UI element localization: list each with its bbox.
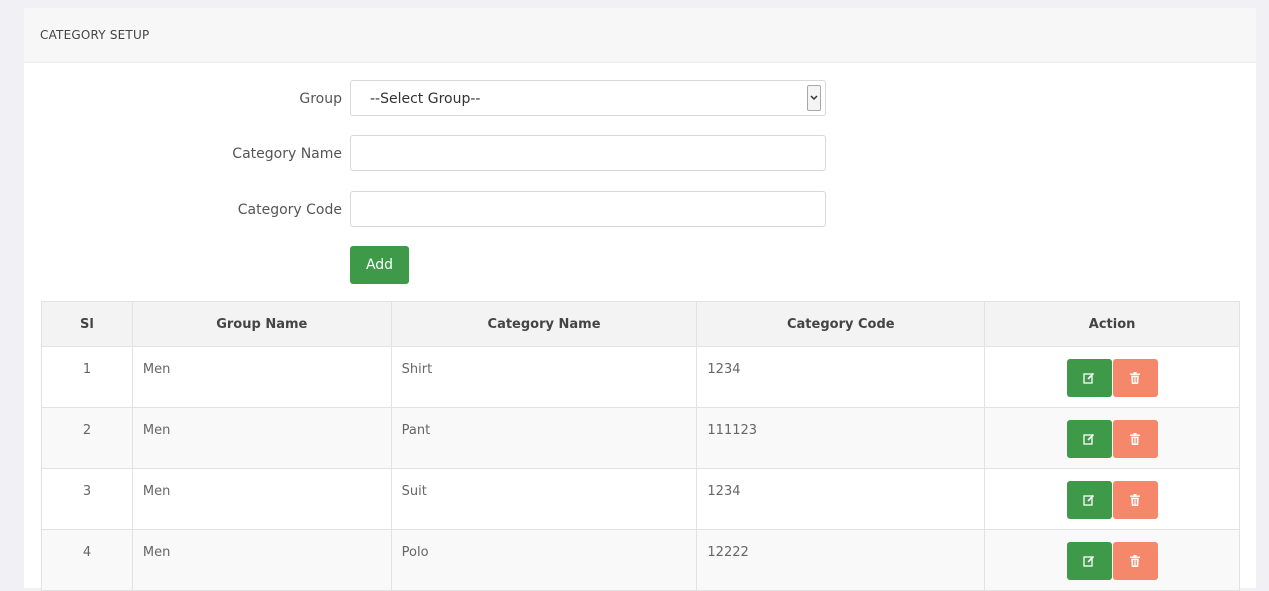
column-header-action: Action <box>984 301 1240 347</box>
panel-title: CATEGORY SETUP <box>24 8 1256 63</box>
delete-button[interactable] <box>1112 359 1158 397</box>
trash-icon <box>1130 433 1141 445</box>
delete-button[interactable] <box>1112 542 1158 580</box>
category-table: Sl Group Name Category Name Category Cod… <box>41 301 1240 591</box>
group-select[interactable]: --Select Group-- <box>350 80 826 116</box>
cell-sl: 3 <box>41 468 133 530</box>
category-name-row: Category Name <box>24 135 1256 173</box>
group-row: Group --Select Group-- <box>24 80 1256 118</box>
edit-icon <box>1083 494 1095 506</box>
cell-category-name: Suit <box>390 468 698 530</box>
edit-button[interactable] <box>1066 420 1112 458</box>
column-header-category-code: Category Code <box>696 301 986 347</box>
cell-action <box>984 468 1240 530</box>
group-label: Group <box>299 91 342 107</box>
category-setup-panel: CATEGORY SETUP Group --Select Group-- Ca… <box>24 8 1256 591</box>
cell-category-name: Shirt <box>390 346 698 408</box>
add-button[interactable]: Add <box>350 246 409 284</box>
category-name-label: Category Name <box>232 146 342 162</box>
cell-group-name: Men <box>131 468 392 530</box>
cell-group-name: Men <box>131 407 392 469</box>
column-header-group-name: Group Name <box>131 301 392 347</box>
edit-icon <box>1083 433 1095 445</box>
cell-category-code: 12222 <box>696 529 986 591</box>
trash-icon <box>1130 494 1141 506</box>
delete-button[interactable] <box>1112 420 1158 458</box>
cell-action <box>984 346 1240 408</box>
table-row: 4 Men Polo 12222 <box>41 529 1240 591</box>
cell-category-name: Pant <box>390 407 698 469</box>
cell-group-name: Men <box>131 529 392 591</box>
edit-button[interactable] <box>1066 359 1112 397</box>
edit-icon <box>1083 372 1095 384</box>
table-header-row: Sl Group Name Category Name Category Cod… <box>41 301 1240 347</box>
chevron-down-icon[interactable] <box>807 85 821 111</box>
category-code-row: Category Code <box>24 191 1256 229</box>
cell-category-code: 111123 <box>696 407 986 469</box>
category-code-input[interactable] <box>350 191 826 227</box>
cell-action <box>984 407 1240 469</box>
cell-category-name: Polo <box>390 529 698 591</box>
edit-button[interactable] <box>1066 542 1112 580</box>
cell-action <box>984 529 1240 591</box>
trash-icon <box>1130 555 1141 567</box>
edit-button[interactable] <box>1066 481 1112 519</box>
column-header-sl: Sl <box>41 301 133 347</box>
column-header-category-name: Category Name <box>390 301 698 347</box>
category-code-label: Category Code <box>237 202 342 218</box>
category-name-input[interactable] <box>350 135 826 171</box>
cell-sl: 1 <box>41 346 133 408</box>
trash-icon <box>1130 372 1141 384</box>
cell-sl: 2 <box>41 407 133 469</box>
table-row: 1 Men Shirt 1234 <box>41 346 1240 408</box>
table-row: 3 Men Suit 1234 <box>41 468 1240 530</box>
group-select-value: --Select Group-- <box>370 91 481 107</box>
delete-button[interactable] <box>1112 481 1158 519</box>
cell-category-code: 1234 <box>696 468 986 530</box>
edit-icon <box>1083 555 1095 567</box>
cell-sl: 4 <box>41 529 133 591</box>
table-row: 2 Men Pant 111123 <box>41 407 1240 469</box>
cell-group-name: Men <box>131 346 392 408</box>
cell-category-code: 1234 <box>696 346 986 408</box>
